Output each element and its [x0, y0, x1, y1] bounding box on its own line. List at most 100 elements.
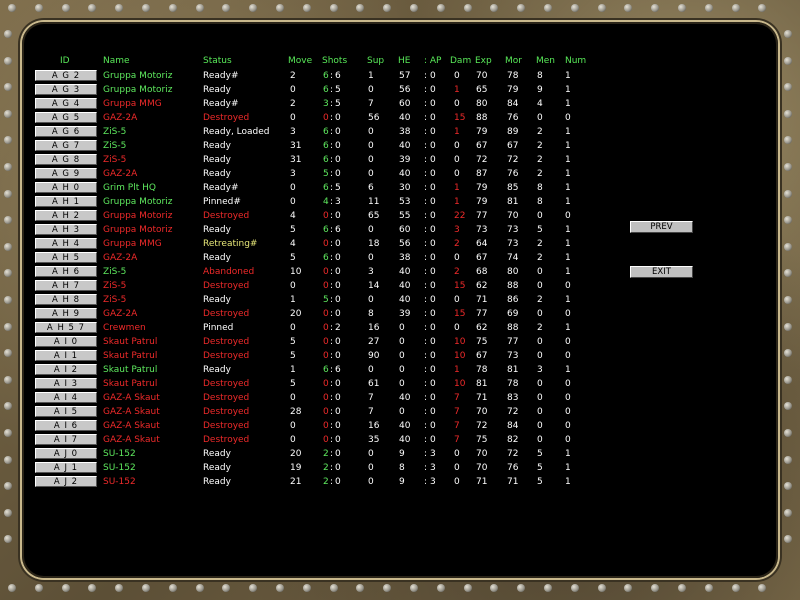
prev-button[interactable]: PREV: [630, 221, 693, 233]
unit-id-button[interactable]: A J 0: [35, 448, 97, 459]
unit-he: 40: [399, 281, 411, 291]
unit-name: ZiS-5: [103, 281, 127, 291]
header-move: Move: [288, 56, 313, 66]
unit-he: 40: [399, 267, 411, 277]
rivet-icon: [4, 322, 12, 331]
unit-id-button[interactable]: A I 3: [35, 378, 97, 389]
unit-dam: 0: [454, 155, 460, 165]
shots-separator: :: [330, 393, 334, 403]
rivet-icon: [4, 455, 12, 464]
unit-mor: 88: [507, 323, 519, 333]
unit-id-button[interactable]: A H 9: [35, 308, 97, 319]
unit-shots-max: 0: [335, 211, 341, 221]
unit-shots-max: 0: [335, 239, 341, 249]
exit-button[interactable]: EXIT: [630, 266, 693, 278]
unit-sup: 0: [368, 365, 374, 375]
unit-shots: 0: [323, 309, 329, 319]
unit-he: 40: [399, 393, 411, 403]
unit-exp: 62: [476, 323, 488, 333]
rivet-icon: [329, 4, 338, 12]
shots-separator: :: [330, 127, 334, 137]
unit-num: 1: [565, 141, 571, 151]
rivet-icon: [4, 242, 12, 251]
unit-men: 2: [537, 169, 543, 179]
unit-mor: 73: [507, 225, 519, 235]
unit-id-button[interactable]: A J 1: [35, 462, 97, 473]
unit-id-button[interactable]: A G 4: [35, 98, 97, 109]
unit-num: 0: [565, 393, 571, 403]
rivet-icon: [410, 584, 418, 592]
unit-men: 0: [537, 281, 543, 291]
unit-shots: 5: [323, 295, 329, 305]
shots-separator: :: [330, 309, 334, 319]
unit-name: SU-152: [103, 463, 136, 473]
unit-move: 28: [290, 407, 302, 417]
unit-shots-max: 6: [335, 225, 341, 235]
ap-separator: :: [424, 99, 428, 109]
unit-dam: 1: [454, 365, 460, 375]
unit-men: 5: [537, 463, 543, 473]
unit-id-button[interactable]: A G 8: [35, 154, 97, 165]
rivet-icon: [4, 508, 12, 517]
unit-id-button[interactable]: A H 5: [35, 252, 97, 263]
unit-sup: 0: [368, 295, 374, 305]
shots-separator: :: [330, 85, 334, 95]
unit-id-button[interactable]: A I 0: [35, 336, 97, 347]
unit-he: 57: [399, 71, 411, 81]
unit-ap: 0: [430, 211, 436, 221]
ap-separator: :: [424, 267, 428, 277]
unit-id-button[interactable]: A I 7: [35, 434, 97, 445]
unit-mor: 73: [507, 239, 519, 249]
unit-id-button[interactable]: A H 8: [35, 294, 97, 305]
unit-dam: 15: [454, 281, 466, 291]
shots-separator: :: [330, 379, 334, 389]
unit-id-button[interactable]: A I 6: [35, 420, 97, 431]
unit-move: 1: [290, 295, 296, 305]
unit-men: 0: [537, 351, 543, 361]
unit-shots: 6: [323, 155, 329, 165]
unit-he: 40: [399, 421, 411, 431]
unit-id-button[interactable]: A H 4: [35, 238, 97, 249]
unit-id-button[interactable]: A G 7: [35, 140, 97, 151]
unit-num: 0: [565, 337, 571, 347]
unit-id-button[interactable]: A H 7: [35, 280, 97, 291]
unit-dam: 10: [454, 337, 466, 347]
unit-id-button[interactable]: A G 9: [35, 168, 97, 179]
unit-name: GAZ-A Skaut: [103, 407, 160, 417]
unit-exp: 77: [476, 211, 488, 221]
unit-he: 0: [399, 379, 405, 389]
unit-name: ZiS-5: [103, 141, 127, 151]
unit-status: Destroyed: [203, 435, 250, 445]
unit-id-button[interactable]: A G 2: [35, 70, 97, 81]
unit-id-button[interactable]: A I 4: [35, 392, 97, 403]
unit-id-button[interactable]: A I 2: [35, 364, 97, 375]
unit-he: 40: [399, 169, 411, 179]
unit-dam: 2: [454, 239, 460, 249]
unit-he: 0: [399, 337, 405, 347]
unit-id-button[interactable]: A H 2: [35, 210, 97, 221]
unit-num: 1: [565, 477, 571, 487]
unit-sup: 56: [368, 113, 380, 123]
unit-men: 0: [537, 407, 543, 417]
unit-ap: 0: [430, 421, 436, 431]
unit-id-button[interactable]: A H 0: [35, 182, 97, 193]
unit-id-button[interactable]: A I 5: [35, 406, 97, 417]
unit-id-button[interactable]: A J 2: [35, 476, 97, 487]
rivet-icon: [4, 296, 12, 304]
unit-id-button[interactable]: A G 6: [35, 126, 97, 137]
unit-id-button[interactable]: A H 6: [35, 266, 97, 277]
unit-dam: 7: [454, 393, 460, 403]
unit-id-button[interactable]: A G 3: [35, 84, 97, 95]
rivet-icon: [436, 4, 445, 12]
unit-exp: 73: [476, 225, 488, 235]
unit-mor: 69: [507, 309, 519, 319]
unit-id-button[interactable]: A I 1: [35, 350, 97, 361]
unit-id-button[interactable]: A G 5: [35, 112, 97, 123]
unit-status: Ready: [203, 85, 231, 95]
unit-move: 0: [290, 113, 296, 123]
unit-shots-max: 0: [335, 435, 341, 445]
unit-id-button[interactable]: A H 3: [35, 224, 97, 235]
unit-id-button[interactable]: A H 1: [35, 196, 97, 207]
unit-shots-max: 0: [335, 155, 341, 165]
unit-id-button[interactable]: A H 5 7: [35, 322, 97, 333]
